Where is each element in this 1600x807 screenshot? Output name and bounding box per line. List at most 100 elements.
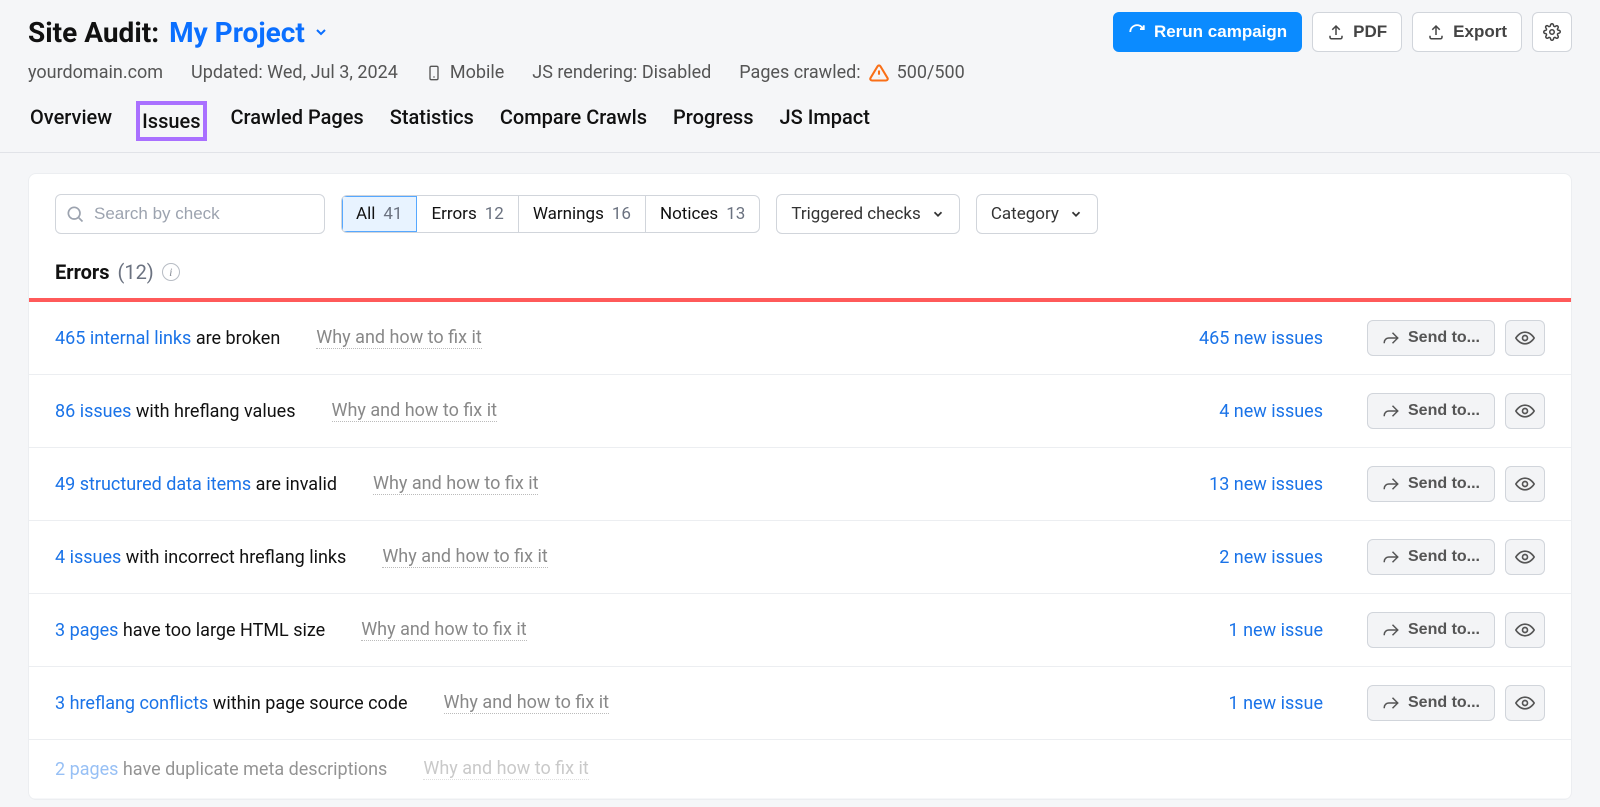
upload-icon	[1427, 23, 1445, 41]
new-issues-link[interactable]: 4 new issues	[1219, 401, 1323, 422]
view-button[interactable]	[1505, 539, 1545, 575]
share-arrow-icon	[1382, 621, 1400, 639]
tab-issues[interactable]: Issues	[136, 101, 206, 141]
info-icon[interactable]: i	[162, 263, 180, 281]
issue-text: are invalid	[251, 474, 337, 495]
issue-text: have too large HTML size	[118, 620, 325, 641]
why-how-link[interactable]: Why and how to fix it	[332, 400, 497, 422]
new-issues-link[interactable]: 2 new issues	[1219, 547, 1323, 568]
issues-panel: All41Errors12Warnings16Notices13 Trigger…	[28, 173, 1572, 800]
why-how-link[interactable]: Why and how to fix it	[382, 546, 547, 568]
send-to-button[interactable]: Send to...	[1367, 685, 1495, 721]
issue-row: 49 structured data items are invalid Why …	[29, 448, 1571, 521]
issue-row: 86 issues with hreflang values Why and ho…	[29, 375, 1571, 448]
send-to-button[interactable]: Send to...	[1367, 393, 1495, 429]
tab-compare-crawls[interactable]: Compare Crawls	[498, 101, 649, 141]
triggered-checks-dropdown[interactable]: Triggered checks	[776, 194, 960, 234]
why-how-link[interactable]: Why and how to fix it	[316, 327, 481, 349]
share-arrow-icon	[1382, 475, 1400, 493]
view-button[interactable]	[1505, 320, 1545, 356]
meta-pages: Pages crawled: 500/500	[739, 62, 965, 83]
share-arrow-icon	[1382, 548, 1400, 566]
segment-errors[interactable]: Errors12	[417, 196, 518, 232]
eye-icon	[1515, 693, 1535, 713]
meta-bar: yourdomain.com Updated: Wed, Jul 3, 2024…	[28, 52, 1572, 101]
project-name: My Project	[169, 16, 305, 49]
issue-text: have duplicate meta descriptions	[118, 759, 387, 780]
new-issues-link[interactable]: 1 new issue	[1229, 620, 1323, 641]
eye-icon	[1515, 547, 1535, 567]
share-arrow-icon	[1382, 329, 1400, 347]
issue-text: with incorrect hreflang links	[121, 547, 346, 568]
issue-row: 465 internal links are broken Why and how…	[29, 302, 1571, 375]
tab-overview[interactable]: Overview	[28, 101, 114, 141]
new-issues-link[interactable]: 1 new issue	[1229, 693, 1323, 714]
issue-text: are broken	[191, 328, 280, 349]
issue-row: 4 issues with incorrect hreflang links Wh…	[29, 521, 1571, 594]
issue-link[interactable]: 2 pages	[55, 759, 118, 780]
issue-text: within page source code	[208, 693, 407, 714]
issue-link[interactable]: 49 structured data items	[55, 474, 251, 495]
issue-row: 3 pages have too large HTML size Why and …	[29, 594, 1571, 667]
view-button[interactable]	[1505, 612, 1545, 648]
refresh-icon	[1128, 23, 1146, 41]
segment-all[interactable]: All41	[342, 196, 417, 232]
search-icon	[65, 204, 85, 224]
tab-crawled-pages[interactable]: Crawled Pages	[229, 101, 366, 141]
meta-updated: Updated: Wed, Jul 3, 2024	[191, 62, 398, 83]
search-input[interactable]	[55, 194, 325, 234]
chevron-down-icon	[313, 24, 329, 40]
issue-link[interactable]: 4 issues	[55, 547, 121, 568]
rerun-campaign-button[interactable]: Rerun campaign	[1113, 12, 1302, 52]
new-issues-link[interactable]: 13 new issues	[1209, 474, 1323, 495]
tabs: Overview Issues Crawled Pages Statistics Com…	[28, 101, 1572, 153]
send-to-button[interactable]: Send to...	[1367, 539, 1495, 575]
why-how-link[interactable]: Why and how to fix it	[444, 692, 609, 714]
meta-device: Mobile	[426, 62, 504, 83]
project-dropdown[interactable]: My Project	[169, 16, 329, 49]
tab-js-impact[interactable]: JS Impact	[778, 101, 872, 141]
send-to-button[interactable]: Send to...	[1367, 612, 1495, 648]
issue-type-segments: All41Errors12Warnings16Notices13	[341, 195, 760, 233]
send-to-button[interactable]: Send to...	[1367, 466, 1495, 502]
send-to-button[interactable]: Send to...	[1367, 320, 1495, 356]
search-wrapper	[55, 194, 325, 234]
pdf-button[interactable]: PDF	[1312, 12, 1402, 52]
view-button[interactable]	[1505, 685, 1545, 721]
segment-notices[interactable]: Notices13	[646, 196, 759, 232]
chevron-down-icon	[1069, 207, 1083, 221]
issue-link[interactable]: 465 internal links	[55, 328, 191, 349]
upload-icon	[1327, 23, 1345, 41]
mobile-icon	[426, 63, 442, 83]
errors-section-heading: Errors (12) i	[29, 250, 1571, 298]
meta-domain: yourdomain.com	[28, 62, 163, 83]
share-arrow-icon	[1382, 402, 1400, 420]
export-button[interactable]: Export	[1412, 12, 1522, 52]
segment-warnings[interactable]: Warnings16	[519, 196, 646, 232]
issue-link[interactable]: 3 pages	[55, 620, 118, 641]
meta-js: JS rendering: Disabled	[532, 62, 711, 83]
share-arrow-icon	[1382, 694, 1400, 712]
issue-link[interactable]: 86 issues	[55, 401, 131, 422]
eye-icon	[1515, 474, 1535, 494]
title-bar: Site Audit: My Project Rerun campaign PD…	[28, 12, 1572, 52]
why-how-link[interactable]: Why and how to fix it	[361, 619, 526, 641]
tab-statistics[interactable]: Statistics	[388, 101, 476, 141]
eye-icon	[1515, 401, 1535, 421]
chevron-down-icon	[931, 207, 945, 221]
new-issues-link[interactable]: 465 new issues	[1199, 328, 1323, 349]
issue-row: 2 pages have duplicate meta descriptions…	[29, 740, 1571, 799]
issue-link[interactable]: 3 hreflang conflicts	[55, 693, 208, 714]
eye-icon	[1515, 328, 1535, 348]
tab-progress[interactable]: Progress	[671, 101, 755, 141]
category-dropdown[interactable]: Category	[976, 194, 1098, 234]
why-how-link[interactable]: Why and how to fix it	[423, 758, 588, 780]
gear-icon	[1543, 23, 1561, 41]
view-button[interactable]	[1505, 466, 1545, 502]
warning-icon	[869, 63, 889, 83]
settings-button[interactable]	[1532, 12, 1572, 52]
issue-text: with hreflang values	[131, 401, 295, 422]
issue-row: 3 hreflang conflicts within page source …	[29, 667, 1571, 740]
why-how-link[interactable]: Why and how to fix it	[373, 473, 538, 495]
view-button[interactable]	[1505, 393, 1545, 429]
